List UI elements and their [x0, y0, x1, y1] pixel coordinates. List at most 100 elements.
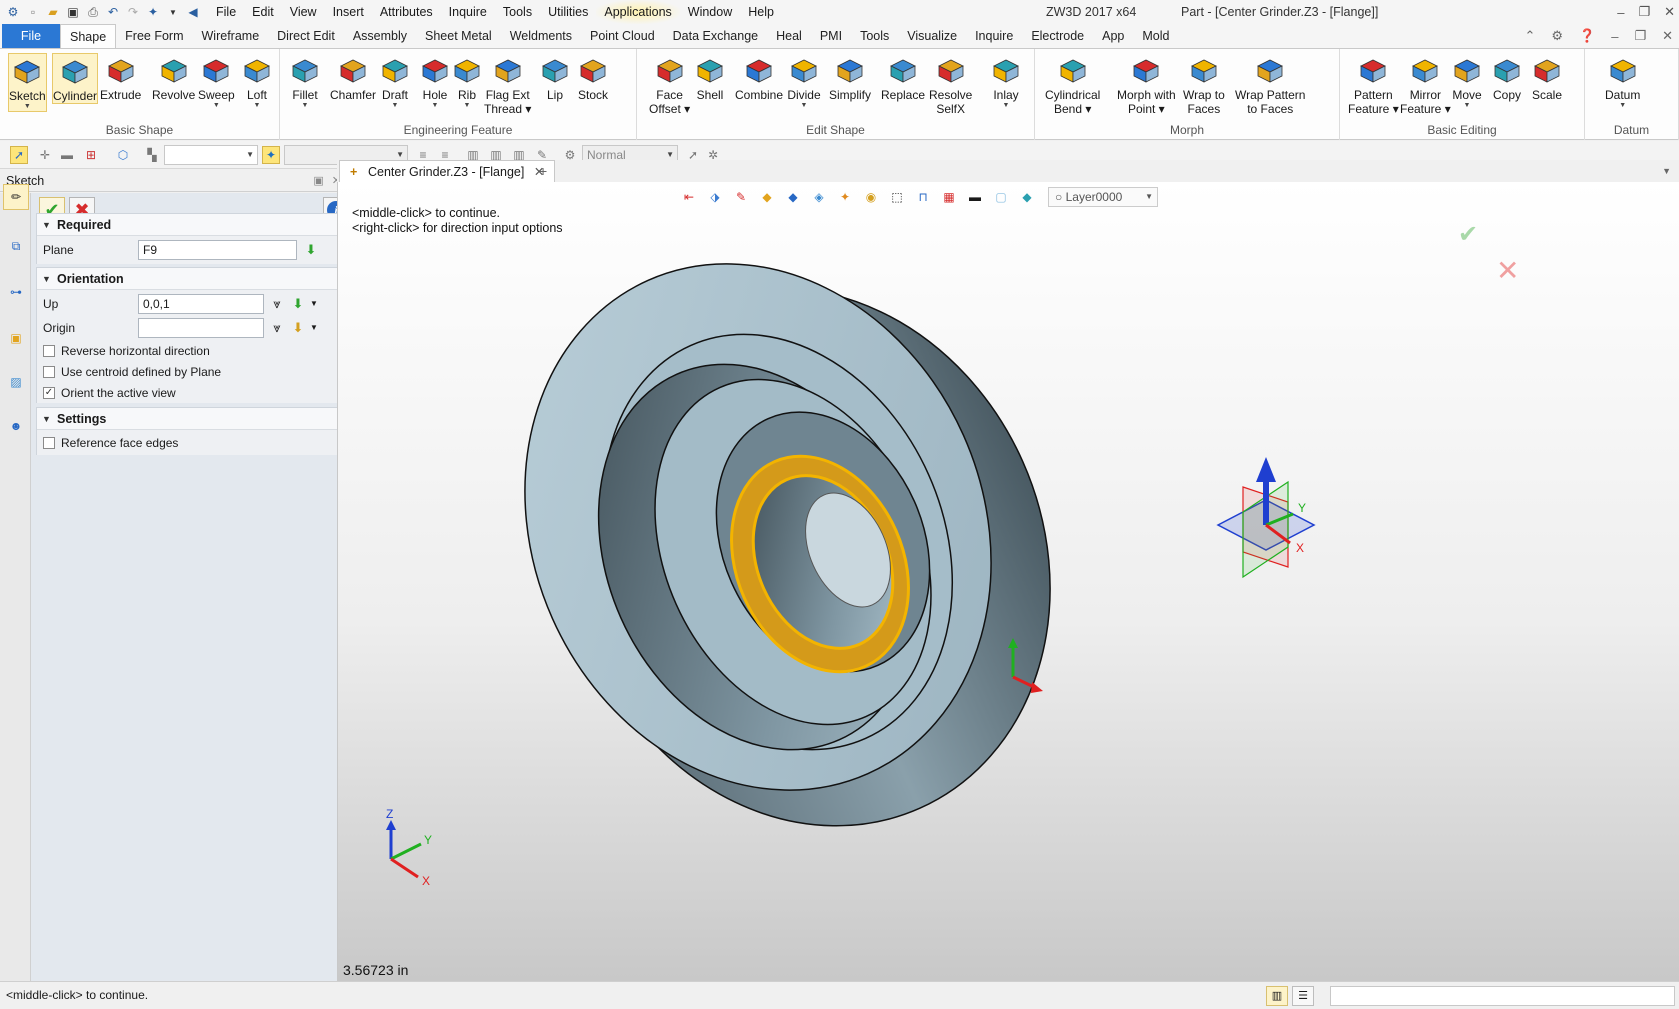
- draft-button[interactable]: Draft ▼: [378, 53, 412, 110]
- morph-with-point-button[interactable]: Morph with Point ▾: [1117, 53, 1176, 116]
- origin-expand-icon[interactable]: ⩔: [268, 319, 286, 337]
- document-tab[interactable]: + Center Grinder.Z3 - [Flange] ✕: [339, 160, 556, 182]
- rib-button[interactable]: Rib ▼: [450, 53, 484, 110]
- tab-shape[interactable]: Shape: [60, 24, 117, 48]
- selection-mode-icon[interactable]: ✦: [262, 146, 280, 164]
- sketch-panel-icon[interactable]: ✏: [3, 184, 29, 210]
- scale-button[interactable]: Scale: [1530, 53, 1564, 102]
- graphics-viewport[interactable]: Y X Z Y X ⇤ ⬗ ✎ ◆ ◆ ◈ ✦ ◉ ⬚ ⊓ ▦ ▬ ▢ ◆ ○ …: [337, 182, 1679, 981]
- plane-picker-icon[interactable]: ⬇: [302, 241, 320, 259]
- menu-tools[interactable]: Tools: [495, 0, 540, 24]
- up-field[interactable]: 0,0,1: [138, 294, 264, 314]
- help-icon[interactable]: ❓: [1579, 28, 1595, 44]
- snap-icon[interactable]: ✛: [36, 146, 54, 164]
- line-filter-icon[interactable]: ▬: [58, 146, 76, 164]
- pick-filter-icon[interactable]: ➚: [10, 146, 28, 164]
- tab-inquire[interactable]: Inquire: [966, 24, 1022, 48]
- check-use-centroid[interactable]: Use centroid defined by Plane: [37, 361, 348, 383]
- viewport-ok-icon[interactable]: ✔: [1458, 220, 1478, 249]
- fillet-button[interactable]: Fillet ▼: [288, 53, 322, 110]
- move-button[interactable]: Move ▼: [1450, 53, 1484, 110]
- cylindrical-bend-button[interactable]: Cylindrical Bend ▾: [1045, 53, 1100, 116]
- menu-help[interactable]: Help: [740, 0, 782, 24]
- menu-view[interactable]: View: [282, 0, 325, 24]
- orientation-triad[interactable]: Y X: [1216, 457, 1316, 579]
- menu-utilities[interactable]: Utilities: [540, 0, 596, 24]
- cylinder-button[interactable]: Cylinder: [52, 53, 99, 104]
- panel-float-icon[interactable]: ▣: [313, 175, 331, 187]
- chevron-down-icon[interactable]: ▼: [254, 102, 261, 110]
- doc-restore-icon[interactable]: ❐: [1634, 28, 1646, 44]
- chevron-down-icon[interactable]: ▼: [392, 102, 399, 110]
- check-reverse-horizontal[interactable]: Reverse horizontal direction: [37, 340, 348, 362]
- model-scene[interactable]: Y X Z Y X: [338, 182, 1679, 981]
- sketch-button[interactable]: Sketch ▼: [8, 53, 47, 112]
- checkbox-reference-edges[interactable]: [43, 437, 55, 449]
- settings-gear-icon[interactable]: ⚙: [1551, 28, 1563, 44]
- stock-button[interactable]: Stock: [576, 53, 610, 102]
- filter-combo[interactable]: ▼: [164, 145, 258, 165]
- history-filter-icon[interactable]: ▚: [143, 146, 161, 164]
- status-list-icon[interactable]: ☰: [1292, 986, 1314, 1006]
- zoom-window-icon[interactable]: ⬚: [886, 187, 908, 207]
- up-dropdown-icon[interactable]: ▼: [305, 295, 323, 313]
- section-icon[interactable]: ⊓: [912, 187, 934, 207]
- minimize-icon[interactable]: –: [1617, 5, 1624, 20]
- menu-insert[interactable]: Insert: [325, 0, 372, 24]
- sweep-button[interactable]: Sweep ▼: [198, 53, 235, 110]
- exit-view-icon[interactable]: ⇤: [678, 187, 700, 207]
- check-orient-view[interactable]: ✓ Orient the active view: [37, 382, 348, 404]
- tab-point-cloud[interactable]: Point Cloud: [581, 24, 664, 48]
- resolve-selfx-button[interactable]: Resolve SelfX: [929, 53, 972, 116]
- tab-tools[interactable]: Tools: [851, 24, 898, 48]
- extrude-button[interactable]: Extrude: [100, 53, 141, 102]
- tab-sheet-metal[interactable]: Sheet Metal: [416, 24, 501, 48]
- menu-edit[interactable]: Edit: [244, 0, 282, 24]
- chevron-down-icon[interactable]: ▼: [213, 102, 220, 110]
- plane-field[interactable]: F9: [138, 240, 297, 260]
- tab-data-exchange[interactable]: Data Exchange: [664, 24, 767, 48]
- view-cube-icon[interactable]: ⬗: [704, 187, 726, 207]
- collapse-ribbon-icon[interactable]: ⌃: [1524, 28, 1535, 44]
- new-file-icon[interactable]: ▫: [24, 3, 42, 21]
- lip-button[interactable]: Lip: [538, 53, 572, 102]
- tree-panel-icon[interactable]: ⊶: [3, 279, 29, 305]
- mirror-feature-button[interactable]: Mirror Feature ▾: [1400, 53, 1451, 116]
- combine-button[interactable]: Combine: [735, 53, 783, 102]
- origin-dropdown-icon[interactable]: ▼: [305, 319, 323, 337]
- origin-field[interactable]: [138, 318, 264, 338]
- checkbox-orient-view[interactable]: ✓: [43, 387, 55, 399]
- tab-visualize[interactable]: Visualize: [898, 24, 966, 48]
- regen-icon[interactable]: ✦: [144, 3, 162, 21]
- tab-assembly[interactable]: Assembly: [344, 24, 416, 48]
- status-view-icon[interactable]: ▥: [1266, 986, 1288, 1006]
- tab-weldments[interactable]: Weldments: [501, 24, 581, 48]
- face-offset-button[interactable]: Face Offset ▾: [649, 53, 690, 116]
- chamfer-button[interactable]: Chamfer: [330, 53, 376, 102]
- flag-ext-thread-button[interactable]: Flag Ext Thread ▾: [484, 53, 531, 116]
- app-logo-icon[interactable]: ⚙: [4, 3, 22, 21]
- menu-window[interactable]: Window: [680, 0, 740, 24]
- pattern-feature-button[interactable]: Pattern Feature ▾: [1348, 53, 1399, 116]
- chevron-down-icon[interactable]: ▼: [801, 102, 808, 110]
- replace-button[interactable]: Replace: [881, 53, 925, 102]
- grid-filter-icon[interactable]: ⊞: [82, 146, 100, 164]
- menu-file[interactable]: File: [208, 0, 244, 24]
- chevron-down-icon[interactable]: ▼: [24, 103, 31, 111]
- status-input[interactable]: [1330, 986, 1675, 1006]
- up-expand-icon[interactable]: ⩔: [268, 295, 286, 313]
- tab-mold[interactable]: Mold: [1133, 24, 1178, 48]
- section-required-header[interactable]: Required: [37, 214, 348, 236]
- tab-electrode[interactable]: Electrode: [1022, 24, 1093, 48]
- tab-pmi[interactable]: PMI: [811, 24, 851, 48]
- users-panel-icon[interactable]: ☻: [3, 413, 29, 439]
- tab-wireframe[interactable]: Wireframe: [193, 24, 269, 48]
- undo-icon[interactable]: ↶: [104, 3, 122, 21]
- chevron-down-icon[interactable]: ▼: [464, 102, 471, 110]
- divide-button[interactable]: Divide ▼: [787, 53, 821, 110]
- doc-close-icon[interactable]: ✕: [1662, 28, 1673, 44]
- chevron-down-icon[interactable]: ▼: [1464, 102, 1471, 110]
- wrap-to-faces-button[interactable]: Wrap to Faces: [1183, 53, 1225, 116]
- tabs-dropdown-icon[interactable]: ▼: [1662, 160, 1671, 182]
- shading-icon[interactable]: ◈: [808, 187, 830, 207]
